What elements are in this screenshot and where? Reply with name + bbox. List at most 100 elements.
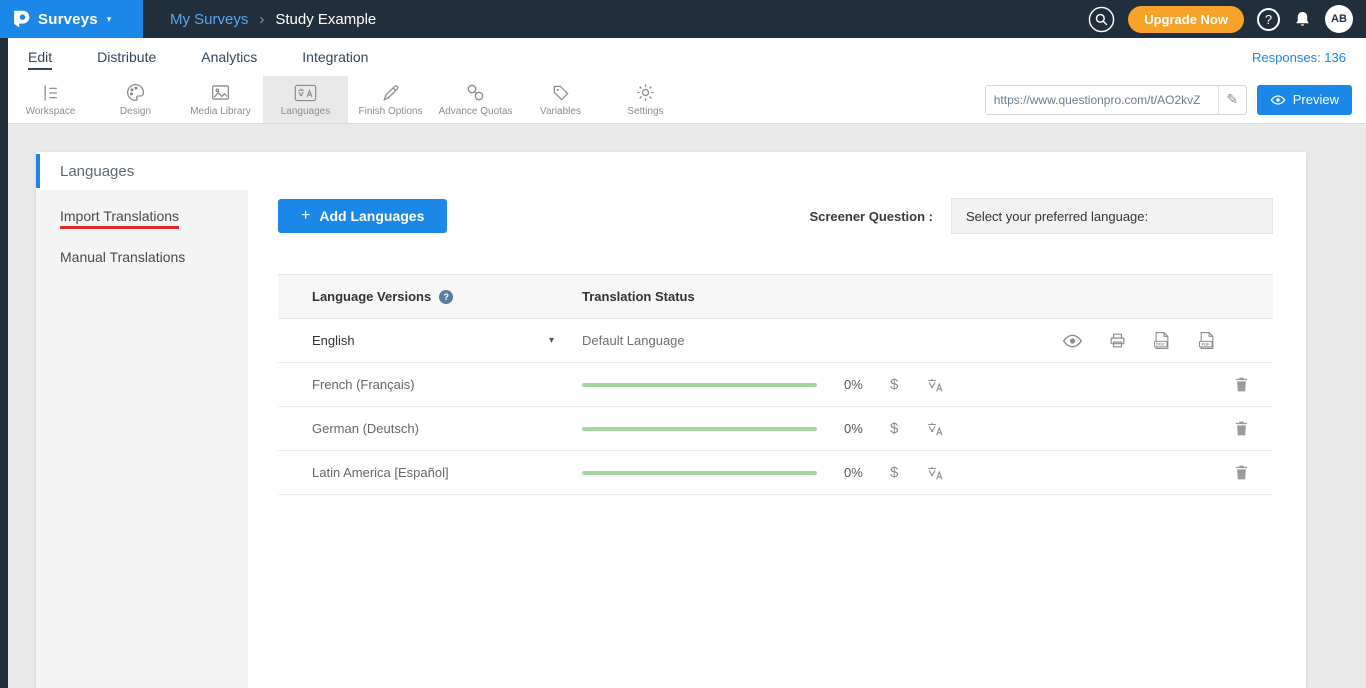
- add-languages-button[interactable]: + Add Languages: [278, 199, 447, 233]
- column-header-label: Translation Status: [582, 289, 695, 304]
- delete-language-icon[interactable]: [1234, 420, 1249, 437]
- tab-analytics[interactable]: Analytics: [201, 38, 257, 76]
- translation-progress-bar: [582, 471, 817, 475]
- toolbar-item-settings[interactable]: Settings: [603, 76, 688, 123]
- breadcrumb-current-survey: Study Example: [275, 11, 376, 28]
- edit-toolbar: Workspace Design Media Library Languages…: [8, 76, 1366, 124]
- toolbar-item-workspace[interactable]: Workspace: [8, 76, 93, 123]
- product-switcher[interactable]: Surveys ▾: [0, 0, 143, 38]
- edit-url-pencil-icon[interactable]: ✎: [1218, 86, 1246, 114]
- product-name: Surveys: [38, 11, 98, 28]
- toolbar-item-label: Finish Options: [359, 106, 423, 117]
- active-section-accent: [36, 154, 40, 188]
- svg-text:DOC: DOC: [1156, 342, 1165, 347]
- search-icon[interactable]: [1088, 6, 1115, 33]
- translation-percent: 0%: [844, 465, 870, 480]
- paid-translation-icon[interactable]: $: [890, 376, 898, 393]
- default-language-status: Default Language: [582, 333, 685, 348]
- help-icon[interactable]: ?: [1257, 8, 1280, 31]
- toolbar-item-label: Design: [120, 106, 151, 117]
- translate-icon[interactable]: [926, 420, 944, 438]
- tab-edit[interactable]: Edit: [28, 38, 52, 76]
- tab-label: Distribute: [97, 49, 156, 65]
- table-row-spanish: Latin America [Español] 0% $: [278, 451, 1273, 495]
- upgrade-now-button[interactable]: Upgrade Now: [1128, 6, 1244, 33]
- responses-count-link[interactable]: Responses: 136: [1252, 50, 1346, 65]
- tab-integration[interactable]: Integration: [302, 38, 368, 76]
- translation-percent: 0%: [844, 377, 870, 392]
- breadcrumb-separator-icon: ›: [259, 11, 264, 28]
- toolbar-item-advance-quotas[interactable]: Advance Quotas: [433, 76, 518, 123]
- preview-eye-icon: [1270, 94, 1286, 106]
- screener-selected-value: Select your preferred language:: [966, 209, 1148, 224]
- collapsed-left-nav[interactable]: [0, 38, 8, 688]
- default-language-label: English: [312, 333, 355, 348]
- export-doc-icon[interactable]: DOC: [1152, 330, 1172, 351]
- tab-distribute[interactable]: Distribute: [97, 38, 156, 76]
- topbar-actions: Upgrade Now ? AB: [1088, 5, 1366, 33]
- toolbar-item-label: Settings: [627, 106, 663, 117]
- translate-icon[interactable]: [926, 376, 944, 394]
- questionpro-logo-icon: [10, 8, 32, 30]
- translation-progress-bar: [582, 427, 817, 431]
- svg-text:PDF: PDF: [1202, 342, 1211, 347]
- toolbar-item-design[interactable]: Design: [93, 76, 178, 123]
- column-language-versions: Language Versions ?: [278, 289, 582, 304]
- screener-question-select[interactable]: Select your preferred language:: [951, 198, 1273, 234]
- app-shell: Edit Distribute Analytics Integration Re…: [0, 38, 1366, 688]
- table-row-french: French (Français) 0% $: [278, 363, 1273, 407]
- media-library-icon: [210, 82, 231, 103]
- paid-translation-icon[interactable]: $: [890, 464, 898, 481]
- content-area: Languages Import Translations Manual Tra…: [8, 124, 1366, 688]
- language-name: Latin America [Español]: [278, 465, 582, 480]
- chevron-down-icon: ▾: [107, 14, 112, 25]
- table-row-default-language: English ▾ Default Language DOC PDF: [278, 319, 1273, 363]
- chevron-down-icon: ▾: [549, 335, 554, 346]
- toolbar-item-label: Variables: [540, 106, 581, 117]
- column-translation-status: Translation Status: [582, 289, 695, 304]
- finish-options-pen-icon: [381, 82, 401, 103]
- panel-header: Languages: [36, 152, 1306, 190]
- tab-label: Integration: [302, 49, 368, 65]
- table-header-row: Language Versions ? Translation Status: [278, 274, 1273, 319]
- paid-translation-icon[interactable]: $: [890, 420, 898, 437]
- language-name: German (Deutsch): [278, 421, 582, 436]
- default-language-select[interactable]: English ▾: [278, 333, 582, 348]
- toolbar-item-variables[interactable]: Variables: [518, 76, 603, 123]
- export-pdf-icon[interactable]: PDF: [1197, 330, 1217, 351]
- avatar[interactable]: AB: [1325, 5, 1353, 33]
- preview-button[interactable]: Preview: [1257, 85, 1352, 115]
- survey-url-input[interactable]: [986, 86, 1218, 114]
- translate-icon[interactable]: [926, 464, 944, 482]
- language-name: French (Français): [278, 377, 582, 392]
- sidebar-item-import-translations[interactable]: Import Translations: [36, 196, 248, 237]
- language-versions-table: Language Versions ? Translation Status: [278, 274, 1273, 495]
- sidebar-item-label: Import Translations: [60, 208, 179, 229]
- toolbar-right-group: ✎ Preview: [985, 76, 1352, 123]
- breadcrumb-my-surveys[interactable]: My Surveys: [170, 11, 248, 28]
- breadcrumb: My Surveys › Study Example: [170, 11, 376, 28]
- tab-label: Analytics: [201, 49, 257, 65]
- add-languages-label: Add Languages: [319, 208, 424, 224]
- tab-label: Edit: [28, 49, 52, 65]
- notifications-bell-icon[interactable]: [1293, 10, 1312, 29]
- toolbar-item-media-library[interactable]: Media Library: [178, 76, 263, 123]
- view-eye-icon[interactable]: [1062, 333, 1083, 349]
- screener-question-label: Screener Question :: [809, 209, 933, 224]
- survey-tab-bar: Edit Distribute Analytics Integration Re…: [8, 38, 1366, 76]
- help-icon[interactable]: ?: [439, 290, 453, 304]
- sidebar-item-manual-translations[interactable]: Manual Translations: [36, 237, 248, 278]
- toolbar-item-languages[interactable]: Languages: [263, 76, 348, 123]
- languages-panel: Languages Import Translations Manual Tra…: [36, 152, 1306, 688]
- languages-sidebar: Import Translations Manual Translations: [36, 190, 248, 688]
- delete-language-icon[interactable]: [1234, 376, 1249, 393]
- toolbar-item-finish-options[interactable]: Finish Options: [348, 76, 433, 123]
- languages-icon: [294, 82, 317, 103]
- table-row-german: German (Deutsch) 0% $: [278, 407, 1273, 451]
- delete-language-icon[interactable]: [1234, 464, 1249, 481]
- column-header-label: Language Versions: [312, 289, 431, 304]
- gear-icon: [635, 82, 656, 103]
- top-navigation-bar: Surveys ▾ My Surveys › Study Example Upg…: [0, 0, 1366, 38]
- print-icon[interactable]: [1108, 331, 1127, 350]
- survey-url-box: ✎: [985, 85, 1247, 115]
